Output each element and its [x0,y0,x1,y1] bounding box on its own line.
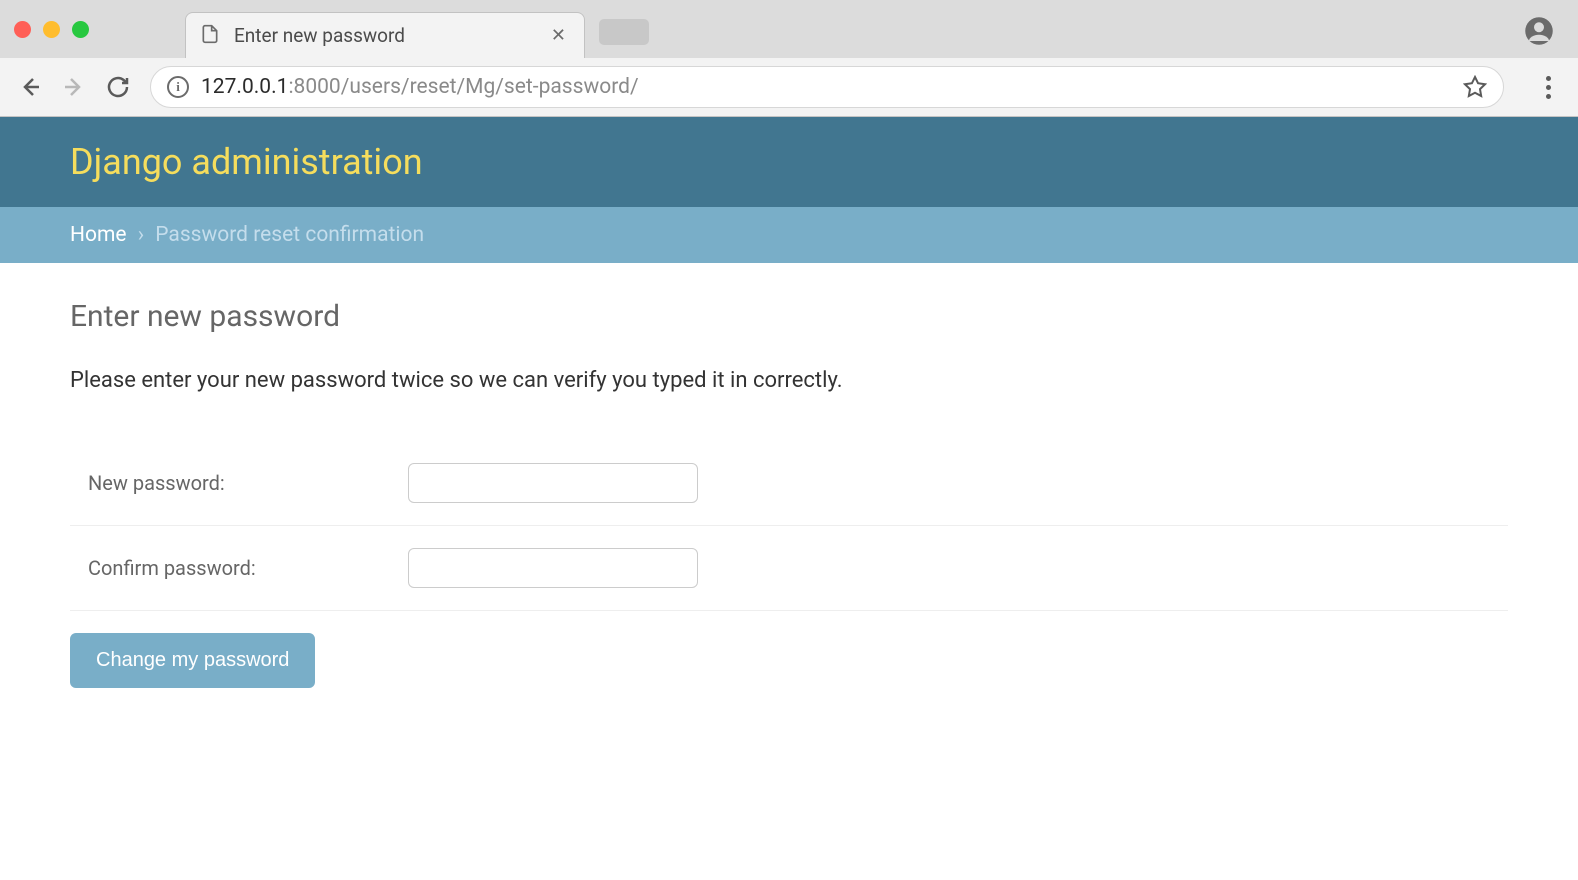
browser-chrome: Enter new password ✕ i 127.0.0.1:8000/us… [0,0,1578,117]
window-minimize-button[interactable] [43,21,60,38]
browser-menu-button[interactable] [1536,76,1560,99]
confirm-password-input[interactable] [408,548,698,588]
breadcrumb-home-link[interactable]: Home [70,223,127,247]
close-tab-button[interactable]: ✕ [547,25,570,46]
submit-row: Change my password [70,611,1508,688]
breadcrumb-separator: › [138,223,144,247]
file-icon [200,24,220,48]
address-bar-row: i 127.0.0.1:8000/users/reset/Mg/set-pass… [0,58,1578,116]
new-password-input[interactable] [408,463,698,503]
new-password-row: New password: [70,441,1508,526]
address-bar[interactable]: i 127.0.0.1:8000/users/reset/Mg/set-pass… [150,66,1504,108]
confirm-password-label: Confirm password: [88,556,408,580]
browser-tab[interactable]: Enter new password ✕ [185,12,585,58]
profile-icon[interactable] [1524,16,1554,46]
instruction-text: Please enter your new password twice so … [70,368,1508,393]
new-password-label: New password: [88,471,408,495]
new-tab-button[interactable] [599,19,649,45]
site-title: Django administration [70,141,1508,183]
window-maximize-button[interactable] [72,21,89,38]
window-close-button[interactable] [14,21,31,38]
site-info-icon[interactable]: i [167,76,189,98]
window-traffic-lights [14,21,89,38]
change-password-button[interactable]: Change my password [70,633,315,688]
tab-title: Enter new password [234,24,533,47]
django-admin-header: Django administration [0,117,1578,207]
url-text: 127.0.0.1:8000/users/reset/Mg/set-passwo… [201,75,1451,99]
reload-button[interactable] [106,75,130,99]
main-content: Enter new password Please enter your new… [0,263,1578,724]
breadcrumb: Home › Password reset confirmation [0,207,1578,263]
confirm-password-row: Confirm password: [70,526,1508,611]
breadcrumb-current: Password reset confirmation [155,223,424,247]
back-button[interactable] [18,75,42,99]
forward-button[interactable] [62,75,86,99]
page-heading: Enter new password [70,299,1508,334]
tab-bar: Enter new password ✕ [0,0,1578,58]
bookmark-star-icon[interactable] [1463,75,1487,99]
